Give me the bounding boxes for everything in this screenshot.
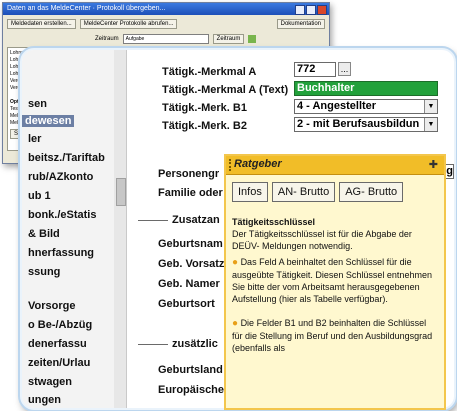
sidebar-item[interactable]: ler xyxy=(28,133,41,145)
ratgeber-paragraph: ● Die Felder B1 und B2 beinhalten die Sc… xyxy=(232,317,436,354)
ratgeber-title: Ratgeber xyxy=(234,158,282,170)
familie-label: Familie oder xyxy=(158,187,223,199)
geb-vorsatz-label: Geb. Vorsatz xyxy=(158,258,225,270)
chevron-down-icon[interactable]: ▼ xyxy=(424,100,437,113)
ratgeber-paragraph: ● Das Feld A beinhaltet den Schlüssel fü… xyxy=(232,256,436,305)
merkmal-a-text-label: Tätigk.-Merkmal A (Text) xyxy=(162,84,289,96)
europaeisch-label: Europäische xyxy=(158,384,225,396)
ratgeber-content: Tätigkeitsschlüssel Der Tätigkeitsschlüs… xyxy=(232,216,436,354)
sidebar-item[interactable]: & Bild xyxy=(28,228,60,240)
documentation-button[interactable]: Dokumentation xyxy=(276,19,325,29)
period-select[interactable]: Aufgabe xyxy=(122,34,209,44)
back-window-titlebar: Daten an das MeldeCenter · Protokoll übe… xyxy=(3,3,329,15)
refresh-icon[interactable] xyxy=(248,35,257,43)
minimize-button[interactable] xyxy=(295,5,305,15)
merkmal-a-label: Tätigk.-Merkmal A xyxy=(162,66,257,78)
sidebar: sen dewesen ler beitsz./Tariftab rub/AZk… xyxy=(22,50,115,408)
geburtsort-label: Geburtsort xyxy=(158,298,215,310)
merkmal-a-input[interactable]: 772 xyxy=(294,62,336,77)
sidebar-scrollbar[interactable] xyxy=(114,50,127,408)
sidebar-item[interactable]: stwagen xyxy=(28,376,72,388)
zusaetzlich-section-heading: zusätzlic xyxy=(138,338,218,350)
maximize-button[interactable] xyxy=(306,5,316,15)
personengruppe-label: Personengr xyxy=(158,168,220,180)
fetch-protocols-button[interactable]: MeldeCenter Protokolle abrufen... xyxy=(79,19,178,29)
sidebar-item[interactable]: denerfassu xyxy=(28,338,87,350)
merk-b2-value: 2 - mit Berufsausbildun xyxy=(297,118,420,130)
chevron-down-icon[interactable]: ▼ xyxy=(424,118,437,131)
period-label: Zeitraum xyxy=(95,36,119,42)
merk-b1-label: Tätigk.-Merk. B1 xyxy=(162,102,247,114)
tab-an-brutto[interactable]: AN- Brutto xyxy=(271,182,336,202)
merk-b1-value: 4 - Angestellter xyxy=(297,100,377,112)
merk-b2-select[interactable]: 2 - mit Berufsausbildun ▼ xyxy=(294,117,438,132)
lightbulb-icon: ● xyxy=(232,318,239,329)
close-button[interactable] xyxy=(317,5,327,15)
geburtsland-label: Geburtsland xyxy=(158,364,223,376)
lookup-button[interactable]: ... xyxy=(338,62,351,76)
period-filter: Zeitraum Aufgabe Zeitraum xyxy=(95,34,257,44)
merk-b1-select[interactable]: 4 - Angestellter ▼ xyxy=(294,99,438,114)
zusatz-section-heading: Zusatzan xyxy=(138,214,220,226)
period-range-button[interactable]: Zeitraum xyxy=(212,34,245,44)
sidebar-item[interactable]: zeiten/Urlau xyxy=(28,357,90,369)
sidebar-item[interactable]: Vorsorge xyxy=(28,300,75,312)
ratgeber-para2: Die Felder B1 und B2 beinhalten die Schl… xyxy=(232,318,433,353)
sidebar-item[interactable]: rub/AZkonto xyxy=(28,171,93,183)
sidebar-item[interactable]: ub 1 xyxy=(28,190,51,202)
create-report-button[interactable]: Meldedaten erstellen... xyxy=(7,19,76,29)
lightbulb-icon: ● xyxy=(232,257,239,268)
geb-namen-label: Geb. Namer xyxy=(158,278,220,290)
ratgeber-heading: Tätigkeitsschlüssel xyxy=(232,217,316,227)
sidebar-item[interactable]: bonk./eStatis xyxy=(28,209,96,221)
geburtsname-label: Geburtsnam xyxy=(158,238,223,250)
back-window-title: Daten an das MeldeCenter · Protokoll übe… xyxy=(7,5,166,12)
scrollbar-thumb[interactable] xyxy=(116,178,126,206)
sidebar-item[interactable]: o Be-/Abzüg xyxy=(28,319,92,331)
merkmal-a-text-input[interactable]: Buchhalter xyxy=(294,81,438,96)
sidebar-item[interactable]: beitsz./Tariftab xyxy=(28,152,105,164)
ratgeber-panel: Ratgeber ✚ Infos AN- Brutto AG- Brutto T… xyxy=(224,154,446,410)
pin-icon[interactable]: ✚ xyxy=(429,158,438,171)
sidebar-item[interactable]: hnerfassung xyxy=(28,247,94,259)
back-toolbar: Meldedaten erstellen... MeldeCenter Prot… xyxy=(3,15,329,33)
sidebar-item[interactable]: ssung xyxy=(28,266,60,278)
sidebar-item-meldewesen[interactable]: dewesen xyxy=(22,115,75,127)
sidebar-item[interactable]: sen xyxy=(28,98,47,110)
ratgeber-tabs: Infos AN- Brutto AG- Brutto xyxy=(232,182,404,202)
ratgeber-para1: Das Feld A beinhaltet den Schlüssel für … xyxy=(232,257,432,304)
ratgeber-header[interactable]: Ratgeber ✚ xyxy=(226,156,444,175)
tab-infos[interactable]: Infos xyxy=(232,182,268,202)
sidebar-item[interactable]: ungen xyxy=(28,394,61,406)
ratgeber-intro: Der Tätigkeitsschlüssel ist für die Abga… xyxy=(232,229,412,251)
tab-ag-brutto[interactable]: AG- Brutto xyxy=(339,182,404,202)
merk-b2-label: Tätigk.-Merk. B2 xyxy=(162,120,247,132)
